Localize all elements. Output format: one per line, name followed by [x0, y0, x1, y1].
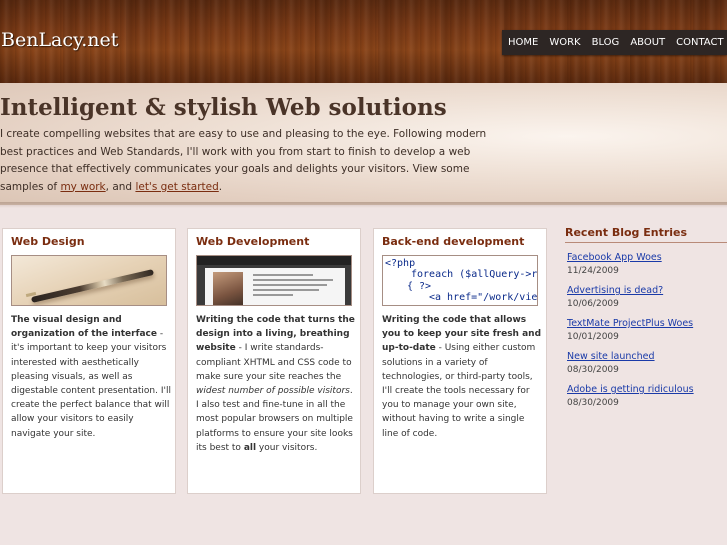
blog-entry-link[interactable]: Advertising is dead? — [567, 285, 727, 296]
recent-blog-title: Recent Blog Entries — [565, 226, 727, 243]
web-design-text: The visual design and organization of th… — [11, 313, 171, 441]
blog-entry: New site launched 08/30/2009 — [567, 351, 727, 375]
code-line: <a href="/work/view. — [429, 292, 538, 303]
hero-text: I create compelling websites that are ea… — [0, 126, 505, 196]
hero-section: Intelligent & stylish Web solutions I cr… — [0, 83, 727, 208]
blog-entry-date: 08/30/2009 — [567, 365, 619, 375]
screenshot-text-line — [253, 284, 327, 286]
nav-about[interactable]: ABOUT — [630, 37, 665, 48]
blog-entry-link[interactable]: TextMate ProjectPlus Woes — [567, 318, 727, 329]
hero-text-mid: , and — [105, 180, 136, 193]
fountain-pen-image — [11, 255, 167, 306]
web-design-column: Web Design The visual design and organiz… — [2, 228, 176, 494]
web-development-title: Web Development — [196, 235, 310, 248]
screenshot-photo — [213, 272, 243, 305]
backend-development-title: Back-end development — [382, 235, 525, 248]
site-logo[interactable]: BenLacy.net — [1, 29, 118, 51]
screenshot-header-bar — [197, 256, 351, 265]
hero-title: Intelligent & stylish Web solutions — [0, 94, 447, 121]
backend-development-text: Writing the code that allows you to keep… — [382, 313, 542, 441]
blog-entry: TextMate ProjectPlus Woes 10/01/2009 — [567, 318, 727, 342]
code-snippet-image: <?php foreach ($allQuery->res { ?> <a hr… — [382, 255, 538, 306]
recent-blog-sidebar: Recent Blog Entries Facebook App Woes 11… — [565, 226, 727, 408]
blog-entry-date: 11/24/2009 — [567, 266, 619, 276]
screenshot-text-line — [253, 289, 319, 291]
blog-entry-link[interactable]: Facebook App Woes — [567, 252, 727, 263]
backend-development-column: Back-end development <?php foreach ($all… — [373, 228, 547, 494]
blog-entry-date: 08/30/2009 — [567, 398, 619, 408]
blog-entry: Facebook App Woes 11/24/2009 — [567, 252, 727, 276]
web-development-text: Writing the code that turns the design i… — [196, 313, 356, 455]
blog-entry-link[interactable]: New site launched — [567, 351, 727, 362]
pen-body — [30, 269, 155, 303]
code-line: foreach ($allQuery->res — [411, 269, 538, 280]
web-development-column: Web Development Writing the code that tu… — [187, 228, 361, 494]
web-design-title: Web Design — [11, 235, 85, 248]
web-design-body: - it's important to keep your visitors i… — [11, 329, 171, 439]
web-development-body-3: your visitors. — [256, 442, 318, 453]
hero-text-end: . — [218, 180, 223, 193]
main-nav: HOME WORK BLOG ABOUT CONTACT — [502, 30, 727, 55]
blog-entry-date: 10/06/2009 — [567, 299, 619, 309]
nav-home[interactable]: HOME — [508, 37, 538, 48]
my-work-link[interactable]: my work — [60, 181, 105, 193]
screenshot-text-line — [253, 294, 293, 296]
nav-blog[interactable]: BLOG — [592, 37, 620, 48]
nav-contact[interactable]: CONTACT — [676, 37, 723, 48]
code-line: { ?> — [407, 281, 432, 292]
get-started-link[interactable]: let's get started — [135, 181, 218, 193]
web-development-bold-2: all — [243, 442, 257, 453]
blog-entry-date: 10/01/2009 — [567, 332, 619, 342]
blog-entry: Advertising is dead? 10/06/2009 — [567, 285, 727, 309]
screenshot-text-line — [253, 274, 313, 276]
code-line: <?php — [385, 258, 416, 269]
backend-development-body: - Using either custom solutions in a var… — [382, 343, 536, 439]
blog-entry: Adobe is getting ridiculous 08/30/2009 — [567, 384, 727, 408]
screenshot-text-line — [253, 279, 333, 281]
website-screenshot-image — [196, 255, 352, 306]
site-header: BenLacy.net HOME WORK BLOG ABOUT CONTACT — [0, 0, 727, 83]
blog-entry-link[interactable]: Adobe is getting ridiculous — [567, 384, 727, 395]
nav-work[interactable]: WORK — [549, 37, 580, 48]
web-design-bold: The visual design and organization of th… — [11, 315, 157, 340]
web-development-italic: widest number of possible visitors — [196, 386, 350, 397]
